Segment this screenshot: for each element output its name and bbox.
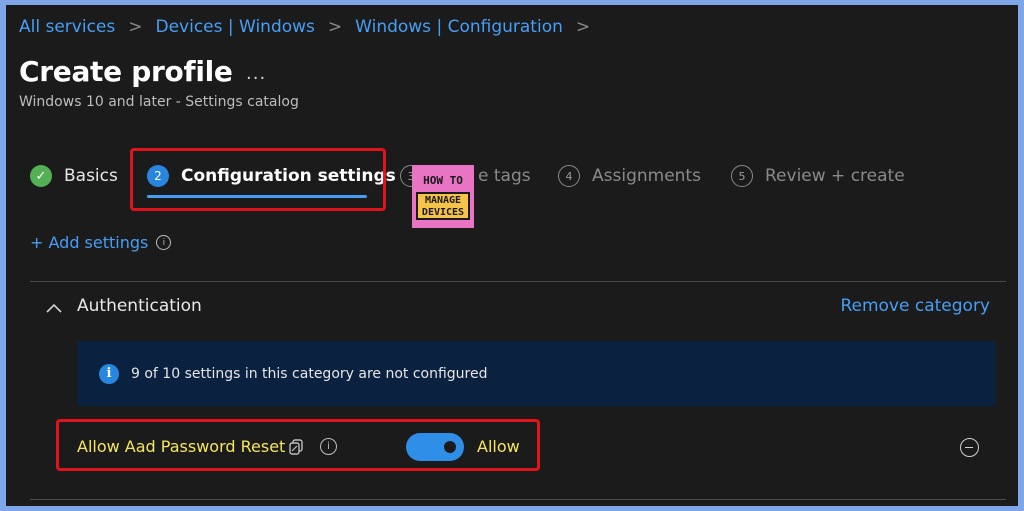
check-icon: ✓ <box>30 165 52 187</box>
info-banner-text: 9 of 10 settings in this category are no… <box>131 365 488 382</box>
divider <box>30 499 1006 500</box>
page-subtitle: Windows 10 and later - Settings catalog <box>19 94 299 110</box>
category-title: Authentication <box>77 296 202 316</box>
step-review-create-label: Review + create <box>765 166 905 186</box>
logo-text-line2: MANAGE <box>424 195 462 206</box>
app-frame: All services > Devices | Windows > Windo… <box>6 5 1018 506</box>
step-basics-label: Basics <box>64 166 118 186</box>
step-scope-tags-label: e tags <box>478 166 531 186</box>
step-assignments[interactable]: 4 Assignments <box>558 161 701 191</box>
logo-text-line3: DEVICES <box>421 207 465 218</box>
remove-circle-icon[interactable] <box>960 438 979 457</box>
step-basics[interactable]: ✓ Basics <box>30 161 118 191</box>
watermark-logo: HOW TO MANAGE DEVICES <box>412 165 474 228</box>
add-settings-label: + Add settings <box>30 233 149 252</box>
breadcrumb-devices-windows[interactable]: Devices | Windows <box>155 17 314 37</box>
breadcrumb: All services > Devices | Windows > Windo… <box>19 17 603 37</box>
chevron-right-icon: > <box>128 17 143 37</box>
info-icon[interactable]: i <box>156 235 172 250</box>
page-title: Create profile <box>19 55 233 88</box>
breadcrumb-windows-configuration[interactable]: Windows | Configuration <box>355 17 563 37</box>
logo-text-line1: HOW TO <box>423 174 463 187</box>
more-icon[interactable]: ... <box>246 63 266 84</box>
step-number-icon: 4 <box>558 165 580 187</box>
highlight-box-step <box>130 148 386 211</box>
info-banner: i 9 of 10 settings in this category are … <box>77 341 996 406</box>
step-number-icon: 5 <box>731 165 753 187</box>
breadcrumb-all-services[interactable]: All services <box>19 17 115 37</box>
step-assignments-label: Assignments <box>592 166 701 186</box>
remove-category-link[interactable]: Remove category <box>840 296 990 316</box>
highlight-box-setting <box>56 419 540 471</box>
chevron-up-icon[interactable] <box>46 303 62 313</box>
divider <box>30 281 1006 282</box>
chevron-right-icon: > <box>575 17 591 37</box>
add-settings-link[interactable]: + Add settings i <box>30 233 172 252</box>
chevron-right-icon: > <box>327 17 343 37</box>
logo-box: MANAGE DEVICES <box>416 192 470 220</box>
step-review-create[interactable]: 5 Review + create <box>731 161 905 191</box>
info-icon: i <box>99 363 119 384</box>
